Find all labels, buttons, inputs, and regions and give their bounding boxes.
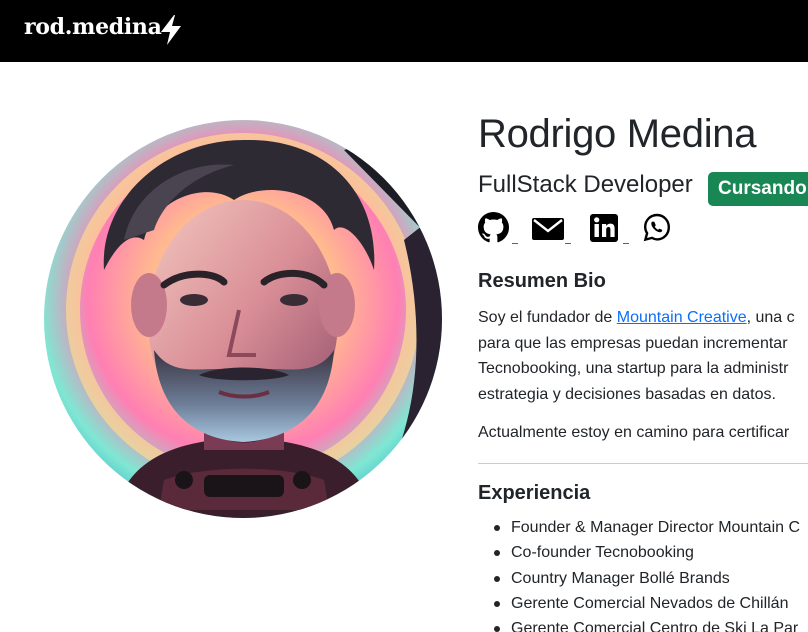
bio-text: estrategia y decisiones basadas en datos… <box>478 385 776 403</box>
profile-section: Rodrigo Medina FullStack Developer Cursa… <box>478 0 808 632</box>
github-icon <box>478 212 509 243</box>
bio-paragraph: Soy el fundador de Mountain Creative, un… <box>478 305 795 407</box>
github-link[interactable] <box>478 212 518 246</box>
whatsapp-link[interactable] <box>642 212 676 246</box>
email-link[interactable] <box>531 212 571 246</box>
company-link[interactable]: Mountain Creative <box>617 309 747 326</box>
whatsapp-icon <box>643 213 671 242</box>
profile-name: Rodrigo Medina <box>478 112 757 156</box>
experience-item: Founder & Manager Director Mountain C <box>494 515 800 540</box>
profile-role: FullStack Developer <box>478 171 693 198</box>
experience-item: Co-founder Tecnobooking <box>494 540 800 565</box>
experience-item: Gerente Comercial Nevados de Chillán <box>494 591 800 616</box>
linkedin-link[interactable] <box>589 212 629 246</box>
experience-item: Country Manager Bollé Brands <box>494 566 800 591</box>
status-badge: Cursando <box>708 172 808 206</box>
linkedin-icon <box>590 214 618 242</box>
experience-heading: Experiencia <box>478 482 591 504</box>
section-divider <box>478 463 808 464</box>
profile-avatar <box>44 120 442 518</box>
envelope-icon <box>532 218 564 240</box>
bio-heading: Resumen Bio <box>478 270 606 292</box>
brand-logo-link[interactable]: rod.medina <box>24 14 162 40</box>
experience-list: Founder & Manager Director Mountain C Co… <box>494 515 800 632</box>
bio-text: para que las empresas puedan incrementar <box>478 334 788 352</box>
experience-item: Gerente Comercial Centro de Ski La Par <box>494 616 800 632</box>
lightning-bolt-icon[interactable] <box>159 15 183 45</box>
bio-text: Soy el fundador de <box>478 309 617 326</box>
current-status-text: Actualmente estoy en camino para certifi… <box>478 424 790 441</box>
bio-text: , una c <box>746 309 795 326</box>
bio-text: Tecnobooking, una startup para la admini… <box>478 360 789 377</box>
